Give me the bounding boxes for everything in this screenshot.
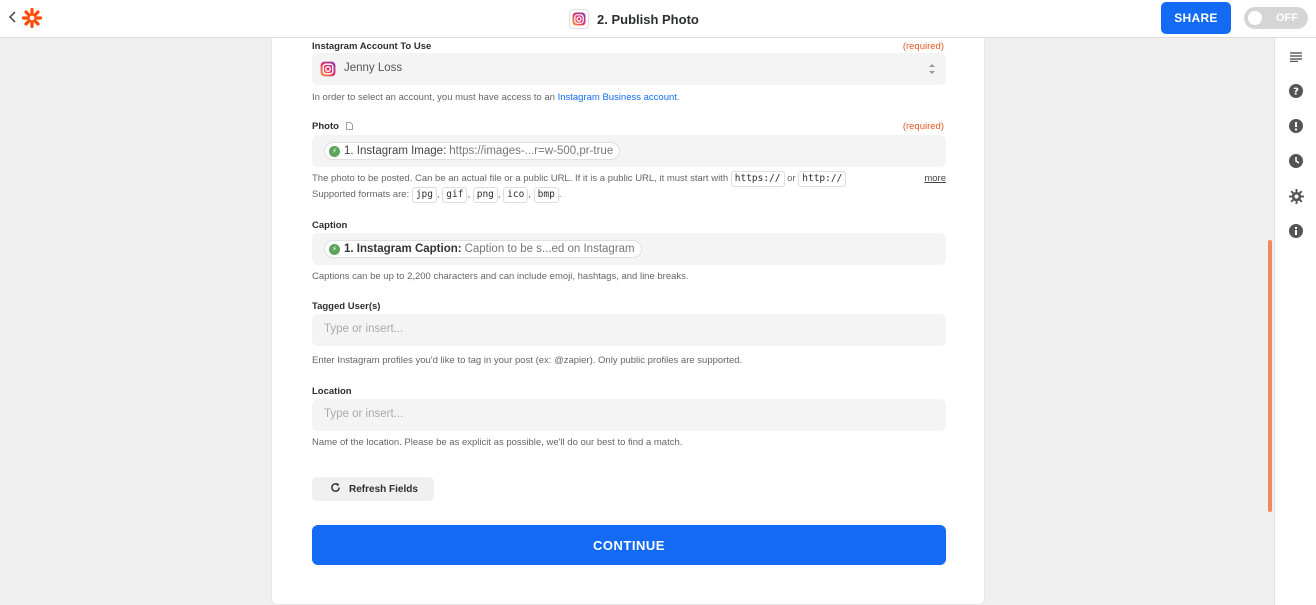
photo-help-line1: The photo to be posted. Can be an actual… xyxy=(312,173,729,184)
code-https: https:// xyxy=(730,171,785,187)
page-title-group: 2. Publish Photo xyxy=(569,8,699,30)
caption-pill-key: 1. Instagram Caption: xyxy=(344,243,462,255)
svg-text:?: ? xyxy=(1293,87,1299,98)
step-config-card: Instagram Account To Use (required) Jenn… xyxy=(271,38,985,605)
toggle-knob xyxy=(1248,11,1262,25)
tagged-users-help: Enter Instagram profiles you'd like to t… xyxy=(312,355,743,366)
account-select[interactable]: Jenny Loss xyxy=(312,53,946,85)
refresh-fields-button[interactable]: Refresh Fields xyxy=(312,477,434,501)
location-label: Location xyxy=(312,386,352,397)
file-icon xyxy=(345,122,353,133)
formats-prefix: Supported formats are: xyxy=(312,189,410,200)
step-trigger-icon: ⚡ xyxy=(329,145,340,157)
zapier-logo-icon[interactable] xyxy=(21,7,43,29)
format-png: png xyxy=(472,187,498,203)
tagged-users-input[interactable]: Type or insert... xyxy=(312,314,946,346)
caption-pill-value: Caption to be s...ed on Instagram xyxy=(464,243,635,255)
account-required: (required) xyxy=(902,41,944,52)
tagged-users-label: Tagged User(s) xyxy=(312,301,381,312)
photo-label: Photo xyxy=(312,121,353,133)
continue-button[interactable]: CONTINUE xyxy=(312,525,946,565)
location-input[interactable]: Type or insert... xyxy=(312,399,946,431)
settings-icon[interactable] xyxy=(1285,185,1307,207)
format-bmp: bmp xyxy=(533,187,559,203)
format-jpg: jpg xyxy=(411,187,437,203)
history-icon[interactable] xyxy=(1285,150,1307,172)
location-placeholder: Type or insert... xyxy=(324,408,404,420)
code-http: http:// xyxy=(798,171,847,187)
account-help-text: In order to select an account, you must … xyxy=(312,92,558,103)
photo-help: The photo to be posted. Can be an actual… xyxy=(312,171,946,203)
details-icon[interactable] xyxy=(1285,46,1307,68)
right-sidebar: ? xyxy=(1274,38,1316,605)
instagram-icon xyxy=(569,9,589,29)
account-value: Jenny Loss xyxy=(344,62,403,74)
tagged-users-placeholder: Type or insert... xyxy=(324,323,404,335)
instagram-icon xyxy=(320,61,336,77)
format-ico: ico xyxy=(503,187,529,203)
instagram-business-link[interactable]: Instagram Business account. xyxy=(558,92,680,103)
photo-label-text: Photo xyxy=(312,121,339,132)
scrollbar[interactable] xyxy=(1268,240,1272,512)
location-help: Name of the location. Please be as expli… xyxy=(312,437,683,448)
top-bar: 2. Publish Photo SHARE OFF xyxy=(0,0,1316,38)
photo-input[interactable]: ⚡ 1. Instagram Image: https://images-...… xyxy=(312,135,946,167)
zap-on-off-toggle[interactable]: OFF xyxy=(1244,7,1308,29)
more-link[interactable]: more xyxy=(924,171,946,187)
refresh-label: Refresh Fields xyxy=(349,483,418,495)
step-trigger-icon: ⚡ xyxy=(329,243,340,255)
help-icon[interactable]: ? xyxy=(1285,80,1307,102)
account-help: In order to select an account, you must … xyxy=(312,90,680,106)
alert-icon[interactable] xyxy=(1285,115,1307,137)
back-chevron-icon[interactable] xyxy=(8,10,20,26)
photo-pill-value: https://images-...r=w-500,pr-true xyxy=(449,145,614,157)
account-label: Instagram Account To Use xyxy=(312,41,432,52)
select-arrows-icon xyxy=(928,62,936,81)
photo-mapped-pill[interactable]: ⚡ 1. Instagram Image: https://images-...… xyxy=(324,142,621,160)
photo-required: (required) xyxy=(902,121,944,132)
page-title: 2. Publish Photo xyxy=(597,11,699,27)
toggle-label: OFF xyxy=(1276,12,1298,24)
caption-mapped-pill[interactable]: ⚡ 1. Instagram Caption: Caption to be s.… xyxy=(324,240,642,258)
format-gif: gif xyxy=(442,187,468,203)
refresh-icon xyxy=(330,482,341,496)
caption-input[interactable]: ⚡ 1. Instagram Caption: Caption to be s.… xyxy=(312,233,946,265)
caption-help: Captions can be up to 2,200 characters a… xyxy=(312,271,689,282)
share-button[interactable]: SHARE xyxy=(1161,2,1231,34)
caption-label: Caption xyxy=(312,220,348,231)
info-icon[interactable] xyxy=(1285,220,1307,242)
photo-pill-key: 1. Instagram Image: xyxy=(344,145,447,157)
photo-help-or: or xyxy=(787,173,796,184)
